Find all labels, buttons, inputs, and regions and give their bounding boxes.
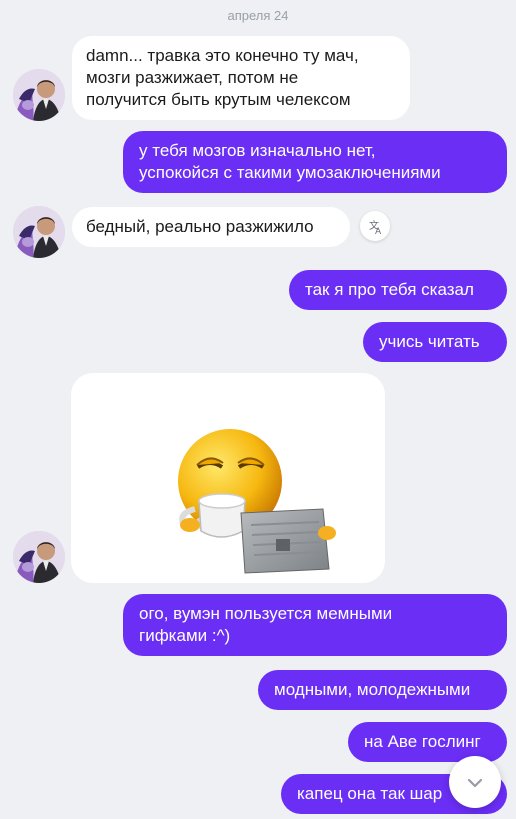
avatar-image: [13, 69, 65, 121]
avatar[interactable]: [13, 531, 65, 583]
gif-message[interactable]: [71, 373, 385, 583]
message-outgoing[interactable]: ого, вумэн пользуется мемными гифками :^…: [123, 594, 507, 656]
message-outgoing[interactable]: так я про тебя сказал: [289, 270, 507, 310]
date-separator: апреля 24: [227, 8, 289, 23]
message-outgoing[interactable]: модными, молодежными: [258, 670, 507, 710]
message-outgoing[interactable]: у тебя мозгов изначально нет, успокойся …: [123, 131, 507, 193]
avatar[interactable]: [13, 206, 65, 258]
svg-text:A: A: [375, 227, 382, 237]
message-incoming[interactable]: бедный, реально разжижило: [72, 207, 350, 247]
chevron-down-icon: [467, 778, 483, 788]
avatar-image: [13, 531, 65, 583]
translate-icon: 文 A: [369, 219, 382, 237]
sticker-image: [178, 429, 336, 574]
translate-button[interactable]: 文 A: [360, 211, 390, 241]
avatar-image: [13, 206, 65, 258]
avatar[interactable]: [13, 69, 65, 121]
scroll-down-button[interactable]: [449, 756, 501, 808]
message-incoming[interactable]: damn... травка это конечно ту мач, мозги…: [72, 36, 410, 120]
message-outgoing[interactable]: учись читать: [363, 322, 507, 362]
